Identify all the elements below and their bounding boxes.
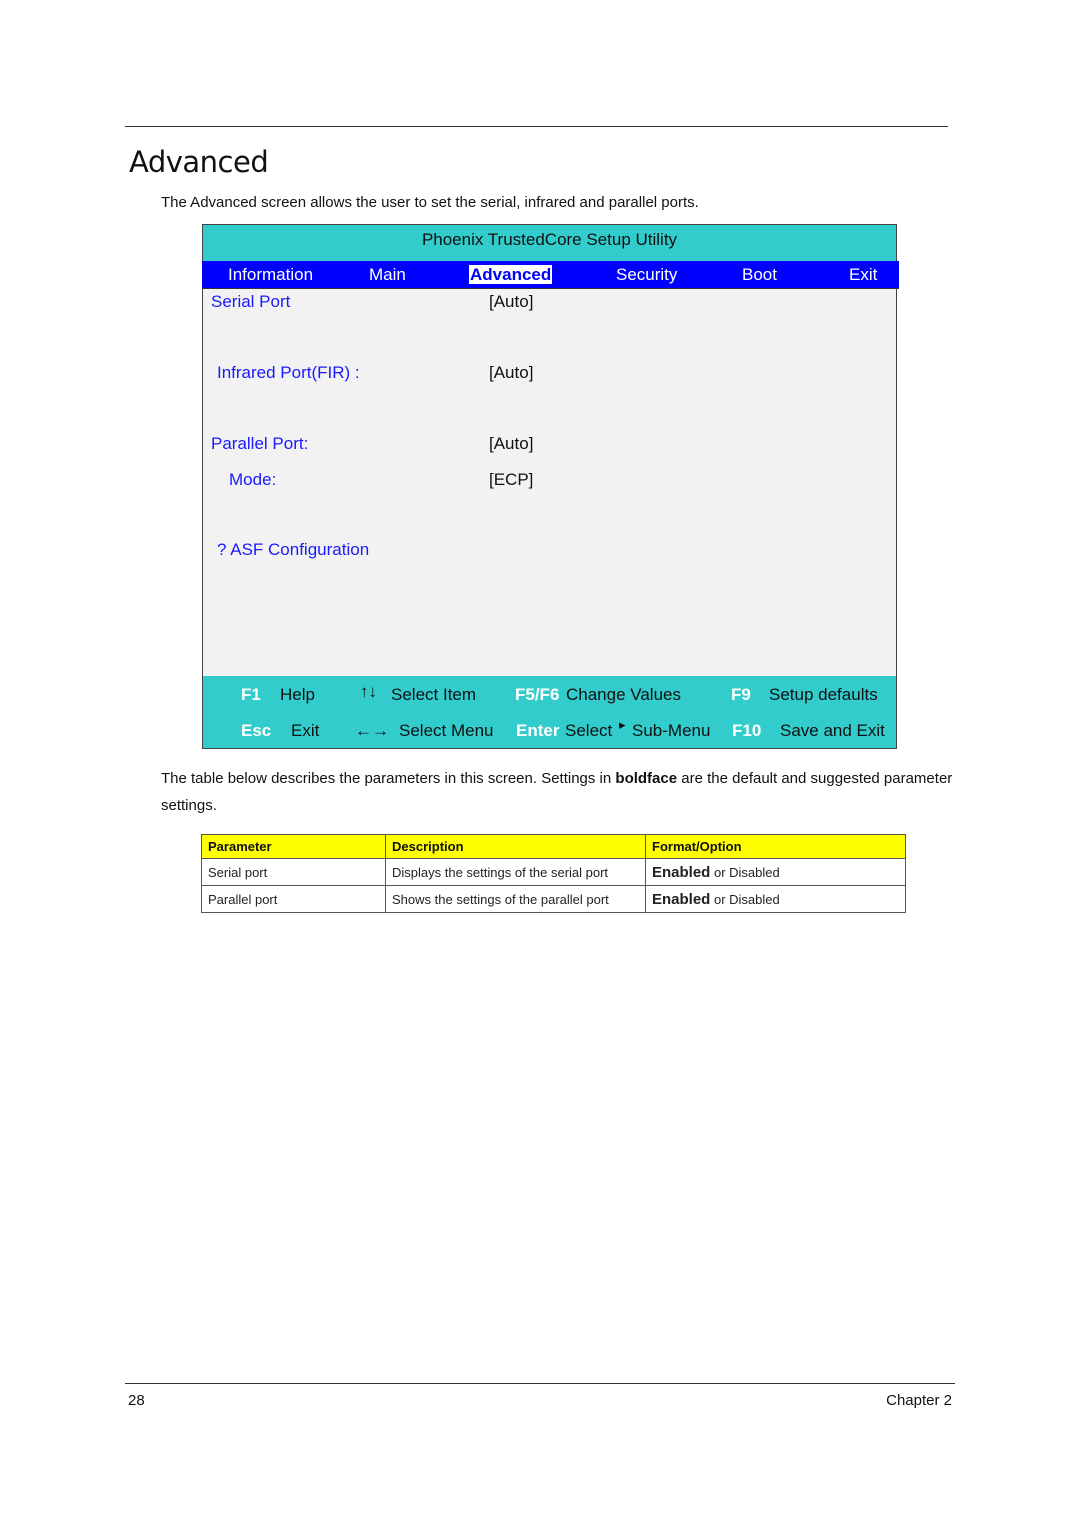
serial-port-value[interactable]: [Auto] (489, 292, 533, 312)
cell-option: Enabled or Disabled (645, 885, 906, 913)
bios-key-legend: F1 Help ↑↓ Select Item F5/F6 Change Valu… (203, 676, 896, 748)
bios-screenshot: Phoenix TrustedCore Setup Utility Inform… (202, 224, 899, 749)
header-rule (125, 126, 948, 127)
select-menu-desc: Select Menu (399, 721, 494, 740)
select-desc: Select (565, 721, 613, 740)
up-down-arrows-icon: ↑↓ (360, 682, 377, 701)
parallel-port-label[interactable]: Parallel Port: (211, 434, 308, 454)
key-esc: Esc (241, 721, 272, 740)
option-default: Enabled (652, 890, 711, 908)
parameter-table: Parameter Description Format/Option Seri… (201, 834, 906, 913)
key-esc-desc: Exit (291, 721, 320, 740)
option-rest: or Disabled (710, 891, 780, 907)
change-values-desc: Change Values (566, 685, 681, 704)
chapter-label: Chapter 2 (886, 1392, 952, 1409)
left-right-arrows-icon: ←→ (355, 721, 389, 740)
tab-security[interactable]: Security (616, 261, 677, 288)
key-f1: F1 (241, 685, 261, 704)
cell-description: Displays the settings of the serial port (385, 858, 646, 886)
table-description: The table below describes the parameters… (161, 765, 961, 819)
parallel-mode-label[interactable]: Mode: (229, 470, 276, 490)
key-f9: F9 (731, 685, 751, 704)
header-parameter: Parameter (201, 834, 386, 859)
key-f10: F10 (732, 721, 762, 740)
select-item-desc: Select Item (391, 685, 477, 704)
key-f5-f6: F5/F6 (515, 685, 560, 704)
save-and-exit-desc: Save and Exit (780, 721, 885, 740)
tab-main[interactable]: Main (369, 261, 406, 288)
page-number: 28 (128, 1392, 145, 1409)
description-text-1: The table below describes the parameters… (161, 770, 616, 787)
footer-rule (125, 1383, 955, 1384)
infrared-port-value[interactable]: [Auto] (489, 363, 533, 383)
serial-port-label[interactable]: Serial Port (211, 292, 290, 312)
description-bold: boldface (615, 770, 678, 787)
option-rest: or Disabled (710, 864, 780, 880)
tab-exit[interactable]: Exit (849, 261, 877, 288)
bios-title-bar: Phoenix TrustedCore Setup Utility (203, 225, 896, 261)
header-format-option: Format/Option (645, 834, 906, 859)
key-f1-desc: Help (280, 685, 315, 704)
header-description: Description (385, 834, 646, 859)
cell-option: Enabled or Disabled (645, 858, 906, 886)
infrared-port-label[interactable]: Infrared Port(FIR) : (217, 363, 360, 383)
asf-configuration-submenu[interactable]: ? ASF Configuration (217, 540, 369, 560)
parallel-port-value[interactable]: [Auto] (489, 434, 533, 454)
table-row: Serial port Displays the settings of the… (201, 858, 906, 886)
table-header-row: Parameter Description Format/Option (201, 834, 906, 859)
setup-defaults-desc: Setup defaults (769, 685, 878, 704)
cell-parameter: Serial port (201, 858, 386, 886)
page-title: Advanced (129, 145, 269, 179)
option-default: Enabled (652, 863, 711, 881)
tab-boot[interactable]: Boot (742, 261, 777, 288)
sub-menu-desc: Sub-Menu (632, 721, 711, 740)
bios-menu-bar: Information Main Advanced Security Boot … (202, 261, 899, 289)
tab-advanced[interactable]: Advanced (469, 265, 553, 284)
tab-information[interactable]: Information (228, 261, 313, 288)
cell-description: Shows the settings of the parallel port (385, 885, 646, 913)
submenu-triangle-icon: ▸ (619, 717, 626, 732)
key-enter: Enter (516, 721, 560, 740)
cell-parameter: Parallel port (201, 885, 386, 913)
parallel-mode-value[interactable]: [ECP] (489, 470, 533, 490)
table-row: Parallel port Shows the settings of the … (201, 885, 906, 913)
intro-text: The Advanced screen allows the user to s… (161, 194, 699, 211)
